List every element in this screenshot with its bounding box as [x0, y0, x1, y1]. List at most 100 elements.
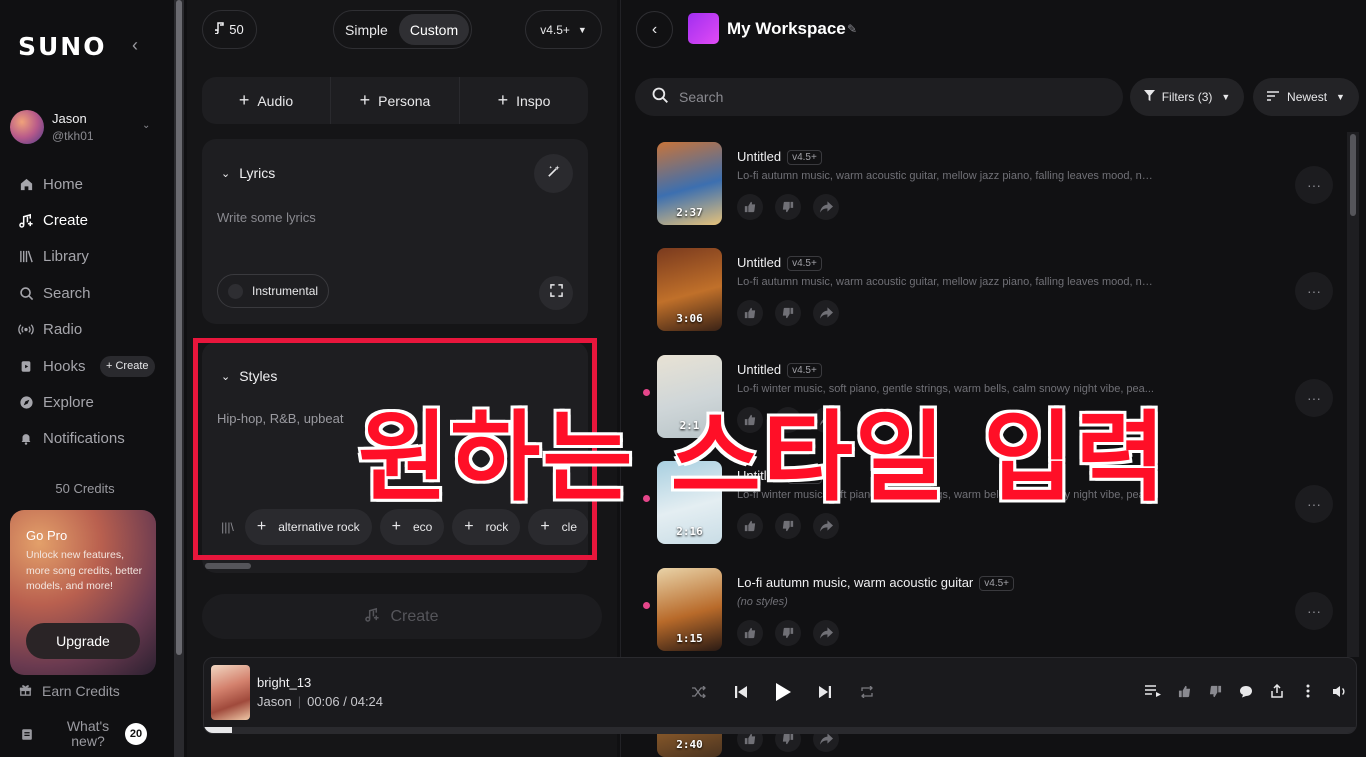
song-row[interactable]: 1:15 Lo-fi autumn music, warm acoustic gu…: [621, 564, 1349, 670]
nav-item-library[interactable]: Library: [18, 239, 168, 275]
more-options-button[interactable]: ···: [1295, 485, 1333, 524]
expand-button[interactable]: [539, 276, 573, 310]
suno-logo[interactable]: SUNO: [18, 32, 106, 61]
song-title[interactable]: Untitled: [737, 362, 781, 377]
more-horizontal-icon: ···: [1307, 602, 1321, 619]
thumbs-up-icon[interactable]: [737, 300, 763, 327]
search-placeholder: Search: [679, 89, 724, 105]
volume-icon[interactable]: [1330, 682, 1348, 700]
go-pro-title: Go Pro: [26, 528, 68, 543]
user-handle: @tkh01: [52, 129, 94, 143]
sort-button[interactable]: Newest ▼: [1253, 78, 1359, 116]
collapse-sidebar-icon[interactable]: ‹: [132, 36, 146, 54]
share-icon[interactable]: [813, 619, 839, 646]
create-button[interactable]: Create: [202, 594, 602, 639]
add-label: Inspo: [516, 92, 551, 109]
workspace-scrollbar[interactable]: [1347, 132, 1359, 657]
earn-credits-link[interactable]: Earn Credits: [18, 682, 120, 700]
sidebar-scrollbar[interactable]: [174, 0, 184, 757]
radio-icon: [18, 322, 34, 338]
shuffle-icon[interactable]: [689, 680, 709, 704]
hooks-create-button[interactable]: + Create: [100, 355, 155, 377]
thumbs-down-icon[interactable]: [775, 619, 801, 646]
filters-button[interactable]: Filters (3) ▼: [1130, 78, 1244, 116]
nav-item-notifications[interactable]: Notifications: [18, 421, 168, 457]
nav-item-radio[interactable]: Radio: [18, 312, 168, 348]
bell-icon: [18, 431, 34, 447]
song-cover-art[interactable]: 2:37: [657, 142, 722, 225]
player-meta: Jason | 00:06 / 04:24: [257, 694, 383, 709]
more-options-button[interactable]: ···: [1295, 591, 1333, 630]
back-button[interactable]: ‹: [636, 11, 673, 48]
thumbs-down-icon[interactable]: [1206, 682, 1224, 700]
song-title[interactable]: Untitled: [737, 149, 781, 164]
player-song-title[interactable]: bright_13: [257, 675, 311, 690]
thumbs-up-icon[interactable]: [737, 619, 763, 646]
chips-scrollbar[interactable]: [205, 563, 251, 569]
avatar: [10, 110, 44, 144]
upgrade-button[interactable]: Upgrade: [26, 623, 140, 659]
nav-item-home[interactable]: Home: [18, 166, 168, 202]
version-select[interactable]: v4.5+ ▼: [525, 10, 602, 49]
player-artist[interactable]: Jason: [257, 694, 292, 709]
instrumental-toggle[interactable]: Instrumental: [217, 274, 329, 308]
lyrics-header[interactable]: ⌄ Lyrics: [221, 165, 275, 181]
share-icon[interactable]: [813, 300, 839, 327]
song-title-row: Untitled v4.5+: [737, 149, 822, 165]
song-cover-art[interactable]: 1:15: [657, 567, 722, 651]
document-icon: [20, 727, 34, 747]
nav-item-hooks[interactable]: Hooks + Create: [18, 348, 168, 384]
workspace-scroll-thumb[interactable]: [1350, 134, 1356, 216]
magic-wand-button[interactable]: [534, 154, 573, 193]
thumbs-up-icon[interactable]: [737, 194, 763, 220]
queue-icon[interactable]: [1144, 682, 1162, 700]
lyrics-card: ⌄ Lyrics Write some lyrics Instrumental: [202, 139, 588, 324]
song-row[interactable]: 3:06 Untitled v4.5+ Lo-fi autumn music, war…: [621, 244, 1349, 350]
mode-simple-tab[interactable]: Simple: [345, 22, 388, 38]
progress-fill: [204, 727, 232, 733]
repeat-icon[interactable]: [857, 680, 877, 704]
sidebar-scroll-thumb[interactable]: [176, 0, 182, 655]
song-row[interactable]: 2:37 Untitled v4.5+ Lo-fi autumn music, war…: [621, 138, 1349, 244]
add-persona-button[interactable]: + Persona: [331, 77, 460, 124]
song-style-tags: Lo-fi autumn music, warm acoustic guitar…: [737, 276, 1157, 289]
nav-item-create[interactable]: Create: [18, 202, 168, 238]
nav-item-explore[interactable]: Explore: [18, 384, 168, 420]
user-menu[interactable]: Jason @tkh01 ⌄: [10, 110, 160, 146]
more-options-button[interactable]: ···: [1295, 166, 1333, 204]
nav-label: Explore: [43, 394, 94, 412]
main-nav: Home Create Library Search Radio Hooks +…: [18, 166, 168, 457]
whats-new-link[interactable]: What's new? 20: [18, 717, 158, 753]
song-cover-art[interactable]: 3:06: [657, 248, 722, 332]
suno-app: SUNO ‹ Jason @tkh01 ⌄ Home Create Librar…: [0, 0, 1366, 757]
mode-custom-tab[interactable]: Custom: [399, 14, 469, 45]
credit-pill[interactable]: 50: [202, 10, 257, 49]
lyrics-input[interactable]: Write some lyrics: [217, 210, 316, 225]
workspace-search[interactable]: Search: [635, 78, 1123, 116]
more-vertical-icon[interactable]: [1299, 682, 1317, 700]
comment-icon[interactable]: [1237, 682, 1255, 700]
add-audio-button[interactable]: + Audio: [202, 77, 331, 124]
nav-item-search[interactable]: Search: [18, 275, 168, 311]
song-version-badge: v4.5+: [787, 150, 822, 165]
play-icon[interactable]: [773, 680, 793, 704]
song-title[interactable]: Untitled: [737, 255, 781, 270]
thumbs-down-icon[interactable]: [775, 194, 801, 220]
song-version-badge: v4.5+: [979, 575, 1015, 591]
thumbs-down-icon[interactable]: [775, 300, 801, 327]
add-inspo-button[interactable]: + Inspo: [460, 77, 588, 124]
share-icon[interactable]: [1268, 682, 1286, 700]
search-icon: [18, 285, 34, 301]
next-icon[interactable]: [815, 680, 835, 704]
overlay-caption: 원하는 스타일 입력: [357, 400, 1168, 517]
player-cover-art[interactable]: [211, 665, 250, 720]
earn-credits-label: Earn Credits: [42, 683, 120, 699]
playback-progress[interactable]: [204, 727, 1356, 733]
more-options-button[interactable]: ···: [1295, 272, 1333, 311]
song-title[interactable]: Lo-fi autumn music, warm acoustic guitar: [737, 575, 973, 590]
pencil-icon[interactable]: ✎: [847, 22, 857, 36]
thumbs-up-icon[interactable]: [1175, 682, 1193, 700]
share-icon[interactable]: [813, 194, 839, 220]
previous-icon[interactable]: [731, 680, 751, 704]
more-options-button[interactable]: ···: [1295, 378, 1333, 417]
